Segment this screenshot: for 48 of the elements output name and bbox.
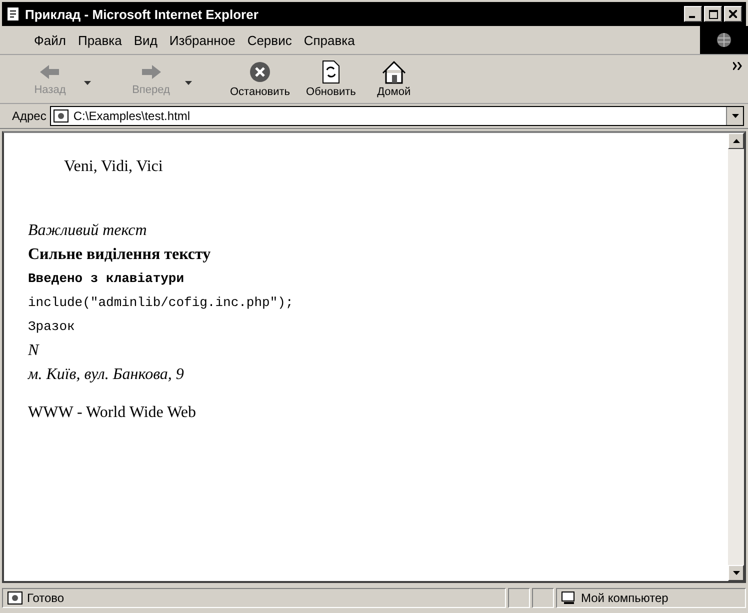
maximize-icon xyxy=(708,10,718,18)
address-field[interactable]: C:\Examples\test.html xyxy=(50,106,744,126)
toolbar-button[interactable]: Домой xyxy=(364,58,424,100)
close-icon xyxy=(729,10,737,18)
menu-item[interactable]: Вид xyxy=(128,32,164,48)
page-text: м. Київ, вул. Банкова, 9 xyxy=(28,365,185,385)
down-arrow-icon xyxy=(732,571,740,575)
globe-icon xyxy=(715,31,733,49)
status-panel xyxy=(508,588,530,608)
address-label: Адрес xyxy=(12,109,46,123)
close-button[interactable] xyxy=(724,6,742,22)
zone-text: Мой компьютер xyxy=(581,591,668,605)
left-arrow-icon xyxy=(38,62,62,82)
page-text: Veni, Vidi, Vici xyxy=(63,157,164,177)
menu-item[interactable]: Сервис xyxy=(241,32,298,48)
caret-icon xyxy=(732,114,738,118)
page-text: Зразок xyxy=(28,318,76,336)
page-icon xyxy=(6,7,20,21)
page-text: WWW - World Wide Web xyxy=(28,403,197,423)
maximize-button[interactable] xyxy=(704,6,722,22)
dropdown-button[interactable] xyxy=(726,107,743,125)
menu-item[interactable]: Справка xyxy=(298,32,361,48)
toolbar-button[interactable]: Остановить xyxy=(222,58,298,100)
scrollbar[interactable] xyxy=(728,133,744,581)
window-title: Приклад - Microsoft Internet Explorer xyxy=(25,6,260,22)
status-text: Готово xyxy=(27,591,64,605)
page-text: Важливий текст xyxy=(28,221,148,241)
page-icon xyxy=(53,109,70,123)
menu-item[interactable]: Файл xyxy=(28,32,72,48)
right-arrow-icon xyxy=(139,62,163,82)
status-panel xyxy=(532,588,554,608)
chevron-icon[interactable] xyxy=(733,59,742,73)
page-text: Введено з клавіатури xyxy=(28,270,186,288)
minimize-button[interactable] xyxy=(684,6,702,22)
toolbar-button[interactable]: Обновить xyxy=(298,58,364,100)
stop-icon xyxy=(248,60,272,84)
page-icon xyxy=(7,591,23,605)
up-arrow-icon xyxy=(732,139,740,143)
scroll-up-button[interactable] xyxy=(728,133,744,149)
refresh-icon xyxy=(320,60,341,84)
menu-item[interactable]: Правка xyxy=(72,32,128,48)
computer-icon xyxy=(561,591,577,605)
scroll-down-button[interactable] xyxy=(728,565,744,581)
page-text: Сильне виділення тексту xyxy=(28,245,212,265)
menu-item[interactable]: Избранное xyxy=(163,32,242,48)
page-text: N xyxy=(28,341,40,361)
home-icon xyxy=(380,60,407,84)
page-text: include("adminlib/cofig.inc.php"); xyxy=(28,294,294,312)
